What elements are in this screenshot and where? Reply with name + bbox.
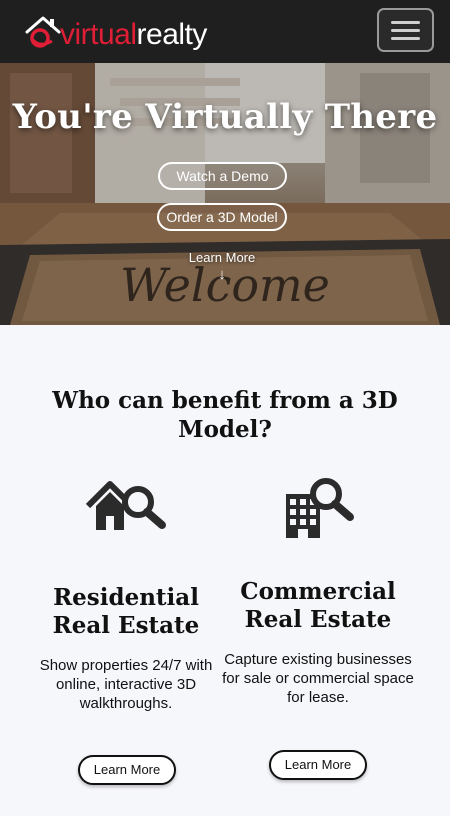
hero-banner: Welcome You're Virtually There Watch a D… <box>0 63 450 325</box>
benefits-section-title: Who can benefit from a 3D Model? <box>52 387 398 443</box>
arrow-down-icon[interactable]: ↓ <box>215 266 229 284</box>
order-3d-model-button[interactable]: Order a 3D Model <box>157 203 287 231</box>
commercial-title: Commercial Real Estate <box>240 578 396 633</box>
residential-learn-more-button[interactable]: Learn More <box>78 755 176 785</box>
hero-learn-more-link[interactable]: Learn More <box>0 250 444 265</box>
hero-title: You're Virtually There <box>12 97 438 137</box>
residential-description: Show properties 24/7 with online, intera… <box>39 657 213 712</box>
house-logo-icon <box>25 16 61 48</box>
brand-name-virtual: virtual <box>60 18 137 51</box>
building-search-icon <box>286 478 354 538</box>
menu-toggle-button[interactable] <box>377 8 434 52</box>
watch-demo-button[interactable]: Watch a Demo <box>158 162 287 190</box>
brand-name-realty: realty <box>136 18 208 51</box>
house-search-icon <box>86 481 166 530</box>
navbar: virtualrealty <box>0 0 450 63</box>
brand-name: virtualrealty <box>60 20 207 50</box>
commercial-description: Capture existing businesses for sale or … <box>222 651 414 706</box>
residential-title: Residential Real Estate <box>52 584 200 639</box>
commercial-learn-more-button[interactable]: Learn More <box>269 750 367 780</box>
